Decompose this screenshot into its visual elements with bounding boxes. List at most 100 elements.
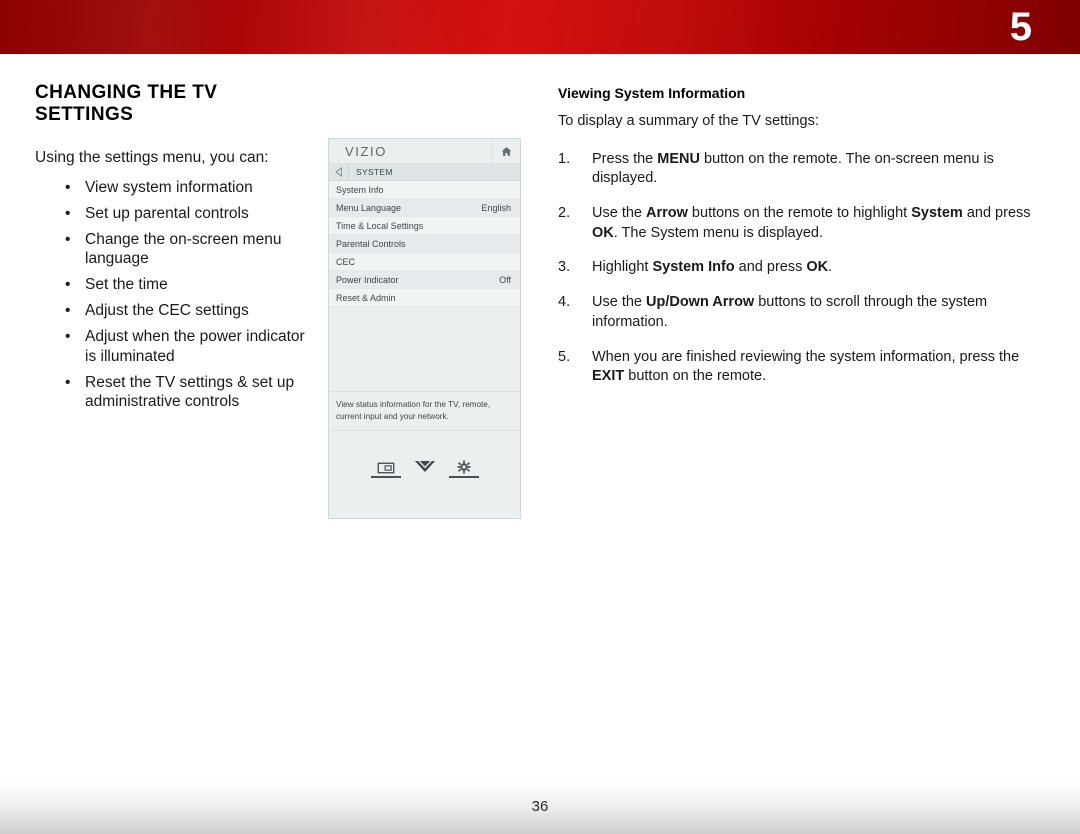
step-emphasis: Arrow — [646, 205, 688, 221]
tv-menu-empty-space — [329, 307, 520, 391]
step-text-run: Use the — [592, 294, 646, 311]
tv-menu-row[interactable]: Power Indicator Off — [329, 271, 520, 289]
chevron-down-icon[interactable] — [410, 459, 440, 478]
tv-menu-brand-bar: VIZIO — [329, 139, 520, 164]
step-text-run: Use the — [592, 205, 646, 221]
bullet-item: • Change the on-screen menu language — [35, 230, 310, 270]
step-text-run: Highlight — [592, 259, 653, 276]
bullet-item: • Adjust the CEC settings — [35, 301, 310, 321]
tv-menu-row[interactable]: Menu Language English — [329, 199, 520, 217]
section-heading: Viewing System Information — [558, 85, 746, 101]
tv-menu-row-label: Time & Local Settings — [336, 220, 424, 231]
bullet-item: • Set up parental controls — [35, 204, 310, 224]
gear-icon[interactable] — [448, 460, 479, 479]
bullet-marker: • — [65, 302, 71, 320]
bullet-label: Change the on-screen menu language — [85, 230, 282, 268]
bullet-label: Reset the TV settings & set up administr… — [85, 373, 295, 411]
step-number: 1. — [558, 150, 571, 167]
picture-icon[interactable] — [370, 462, 401, 479]
tv-menu-row[interactable]: Parental Controls — [329, 235, 520, 253]
step-number: 4. — [558, 294, 571, 311]
step-emphasis: OK — [806, 259, 829, 276]
chevron-icon-underline — [410, 476, 440, 478]
breadcrumb-label: SYSTEM — [356, 167, 393, 177]
step-number: 3. — [558, 259, 571, 276]
tv-menu-row-value: Off — [499, 274, 511, 285]
bullet-marker: • — [65, 204, 71, 222]
step-text-run: Press the — [592, 150, 658, 167]
bullet-marker: • — [65, 276, 71, 294]
page-number: 36 — [531, 798, 549, 815]
bullet-item: • Set the time — [35, 275, 310, 295]
step-text-run: button on the remote. — [624, 368, 767, 385]
bullet-marker: • — [65, 327, 71, 345]
tv-menu-row[interactable]: Reset & Admin — [329, 289, 520, 307]
step-text-run: buttons on the remote to highlight — [687, 205, 912, 221]
step-emphasis: System — [911, 205, 963, 221]
bullet-marker: • — [65, 373, 71, 391]
bullet-label: Adjust the CEC settings — [85, 302, 249, 320]
tv-menu-row-label: Power Indicator — [336, 274, 399, 285]
step-text: Use the Up/Down Arrow buttons to scroll … — [592, 294, 987, 330]
tv-menu-row[interactable]: CEC — [329, 253, 520, 271]
bullet-item: • View system information — [35, 178, 310, 198]
bullet-marker: • — [65, 230, 71, 248]
picture-icon-underline — [370, 476, 401, 479]
step-item: 4. Use the Up/Down Arrow buttons to scrol… — [558, 293, 1048, 332]
numbered-steps-list: 1. Press the MENU button on the remote. T… — [558, 150, 1048, 387]
bullet-item: • Adjust when the power indicator is illu… — [35, 327, 310, 367]
step-item: 5. When you are finished reviewing the sy… — [558, 348, 1048, 387]
tv-menu-row-label: Reset & Admin — [336, 292, 396, 303]
step-text: Highlight System Info and press OK. — [592, 259, 832, 275]
bullet-marker: • — [65, 178, 71, 196]
capabilities-bullet-list: • View system information • Set up parental… — [35, 178, 310, 412]
back-arrow-icon[interactable] — [329, 164, 349, 180]
step-text: When you are finished reviewing the syst… — [592, 349, 1019, 385]
left-content-column: CHANGING THE TV SETTINGS Using the setti… — [35, 82, 310, 418]
step-text-run: and press — [962, 205, 1031, 221]
bullet-label: Set up parental controls — [85, 204, 249, 222]
gear-icon-underline — [448, 476, 479, 479]
tv-menu-row-label: System Info — [336, 184, 384, 195]
step-text: Use the Arrow buttons on the remote to h… — [592, 205, 1031, 241]
bullet-label: View system information — [85, 178, 253, 196]
step-text-run: When you are finished reviewing the syst… — [592, 348, 1020, 365]
page-title: CHANGING THE TV SETTINGS — [35, 82, 218, 125]
tv-settings-menu-screenshot: VIZIO SYSTEM System Info Menu Language Eng… — [328, 138, 521, 519]
tv-menu-footer-iconbar — [329, 459, 520, 479]
chapter-header-banner: 5 — [0, 0, 1080, 54]
tv-menu-row-list: System Info Menu Language English Time & Lo… — [329, 181, 520, 307]
step-text-run: and press — [734, 259, 807, 276]
page-footer: 36 — [0, 770, 1080, 834]
tv-menu-row[interactable]: System Info — [329, 181, 520, 199]
bullet-item: • Reset the TV settings & set up administ… — [35, 373, 310, 413]
tv-menu-row-label: Menu Language — [336, 202, 402, 213]
tv-menu-row-label: Parental Controls — [336, 238, 406, 249]
bullet-label: Set the time — [85, 276, 168, 294]
tv-menu-footer — [329, 431, 520, 492]
step-number: 2. — [558, 205, 571, 221]
step-text-run: . — [828, 259, 833, 276]
step-text-run: . The System menu is displayed. — [613, 224, 824, 241]
intro-paragraph: Using the settings menu, you can: — [35, 149, 269, 166]
step-item: 1. Press the MENU button on the remote. T… — [558, 150, 1048, 189]
step-emphasis: Up/Down Arrow — [646, 294, 755, 311]
right-content-column: Viewing System Information To display a … — [558, 85, 1048, 402]
home-icon[interactable] — [492, 139, 520, 163]
step-number: 5. — [558, 348, 571, 365]
tv-menu-row-value: English — [481, 202, 511, 213]
tv-menu-row-label: CEC — [336, 256, 356, 267]
tv-menu-breadcrumb-bar: SYSTEM — [329, 164, 520, 181]
tv-menu-row[interactable]: Time & Local Settings — [329, 217, 520, 235]
tv-menu-help-text: View status information for the TV, remo… — [329, 391, 520, 432]
step-emphasis: System Info — [652, 259, 735, 276]
step-emphasis: OK — [592, 224, 614, 241]
section-lead-paragraph: To display a summary of the TV settings: — [558, 113, 819, 129]
bullet-label: Adjust when the power indicator is illum… — [85, 327, 305, 365]
step-item: 2. Use the Arrow buttons on the remote to… — [558, 204, 1048, 243]
step-emphasis: EXIT — [592, 368, 625, 385]
step-text: Press the MENU button on the remote. The… — [592, 151, 994, 187]
step-emphasis: MENU — [657, 150, 700, 167]
chapter-number: 5 — [1009, 5, 1032, 49]
step-item: 3. Highlight System Info and press OK. — [558, 258, 1048, 278]
